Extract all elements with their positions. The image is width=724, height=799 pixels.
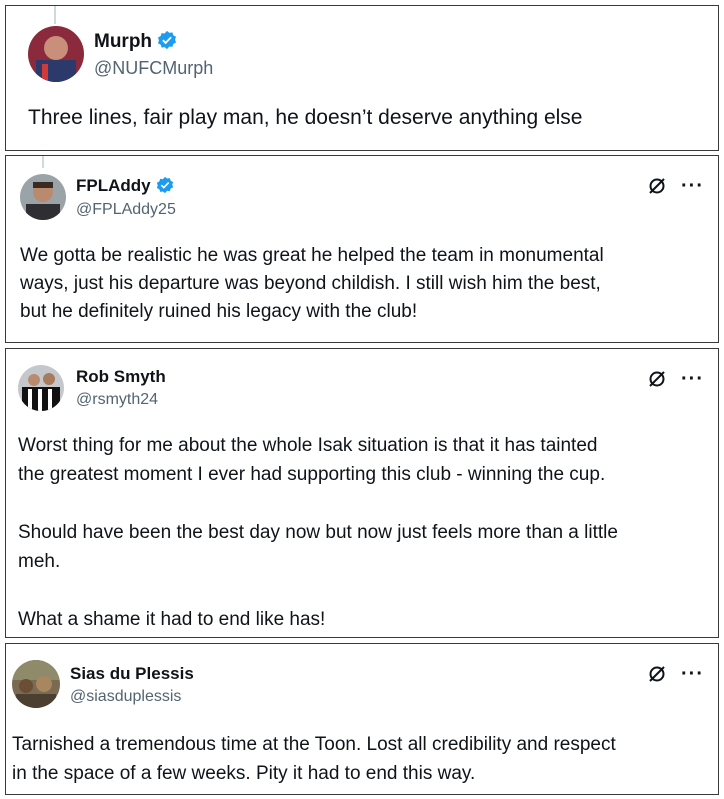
more-options-icon[interactable]: ···	[681, 369, 704, 389]
verified-badge-icon	[156, 176, 174, 199]
display-name[interactable]: Murph	[94, 30, 177, 56]
display-name[interactable]: Sias du Plessis	[70, 664, 194, 684]
avatar[interactable]	[18, 365, 64, 411]
grok-icon[interactable]	[647, 176, 667, 196]
avatar[interactable]	[28, 26, 84, 82]
tweet-text: Three lines, fair play man, he doesn’t d…	[28, 106, 583, 129]
tweet-actions: ···	[647, 176, 704, 196]
tweet-text: Worst thing for me about the whole Isak …	[18, 435, 618, 630]
display-name[interactable]: Rob Smyth	[76, 367, 166, 387]
thread-line	[54, 6, 56, 24]
user-handle[interactable]: @FPLAddy25	[76, 201, 176, 219]
verified-badge-icon	[157, 30, 177, 56]
tweet-card[interactable]: Rob Smyth @rsmyth24 ··· Worst thing for …	[5, 348, 719, 638]
avatar[interactable]	[20, 174, 66, 220]
tweet-actions: ···	[647, 664, 704, 684]
thread-line	[42, 156, 44, 168]
tweet-card[interactable]: Murph @NUFCMurph Three lines, fair play …	[5, 5, 719, 151]
more-options-icon[interactable]: ···	[681, 664, 704, 684]
display-name[interactable]: FPLAddy	[76, 176, 174, 199]
more-options-icon[interactable]: ···	[681, 176, 704, 196]
grok-icon[interactable]	[647, 369, 667, 389]
tweet-text: Tarnished a tremendous time at the Toon.…	[12, 734, 616, 784]
avatar[interactable]	[12, 660, 60, 708]
user-handle[interactable]: @rsmyth24	[76, 391, 158, 409]
user-handle[interactable]: @siasduplessis	[70, 688, 181, 706]
user-handle[interactable]: @NUFCMurph	[94, 58, 213, 79]
tweet-card[interactable]: Sias du Plessis @siasduplessis ··· Tarni…	[5, 643, 719, 795]
tweet-actions: ···	[647, 369, 704, 389]
tweet-card[interactable]: FPLAddy @FPLAddy25 ··· We gotta be reali…	[5, 155, 719, 343]
grok-icon[interactable]	[647, 664, 667, 684]
tweet-text: We gotta be realistic he was great he he…	[20, 245, 604, 322]
